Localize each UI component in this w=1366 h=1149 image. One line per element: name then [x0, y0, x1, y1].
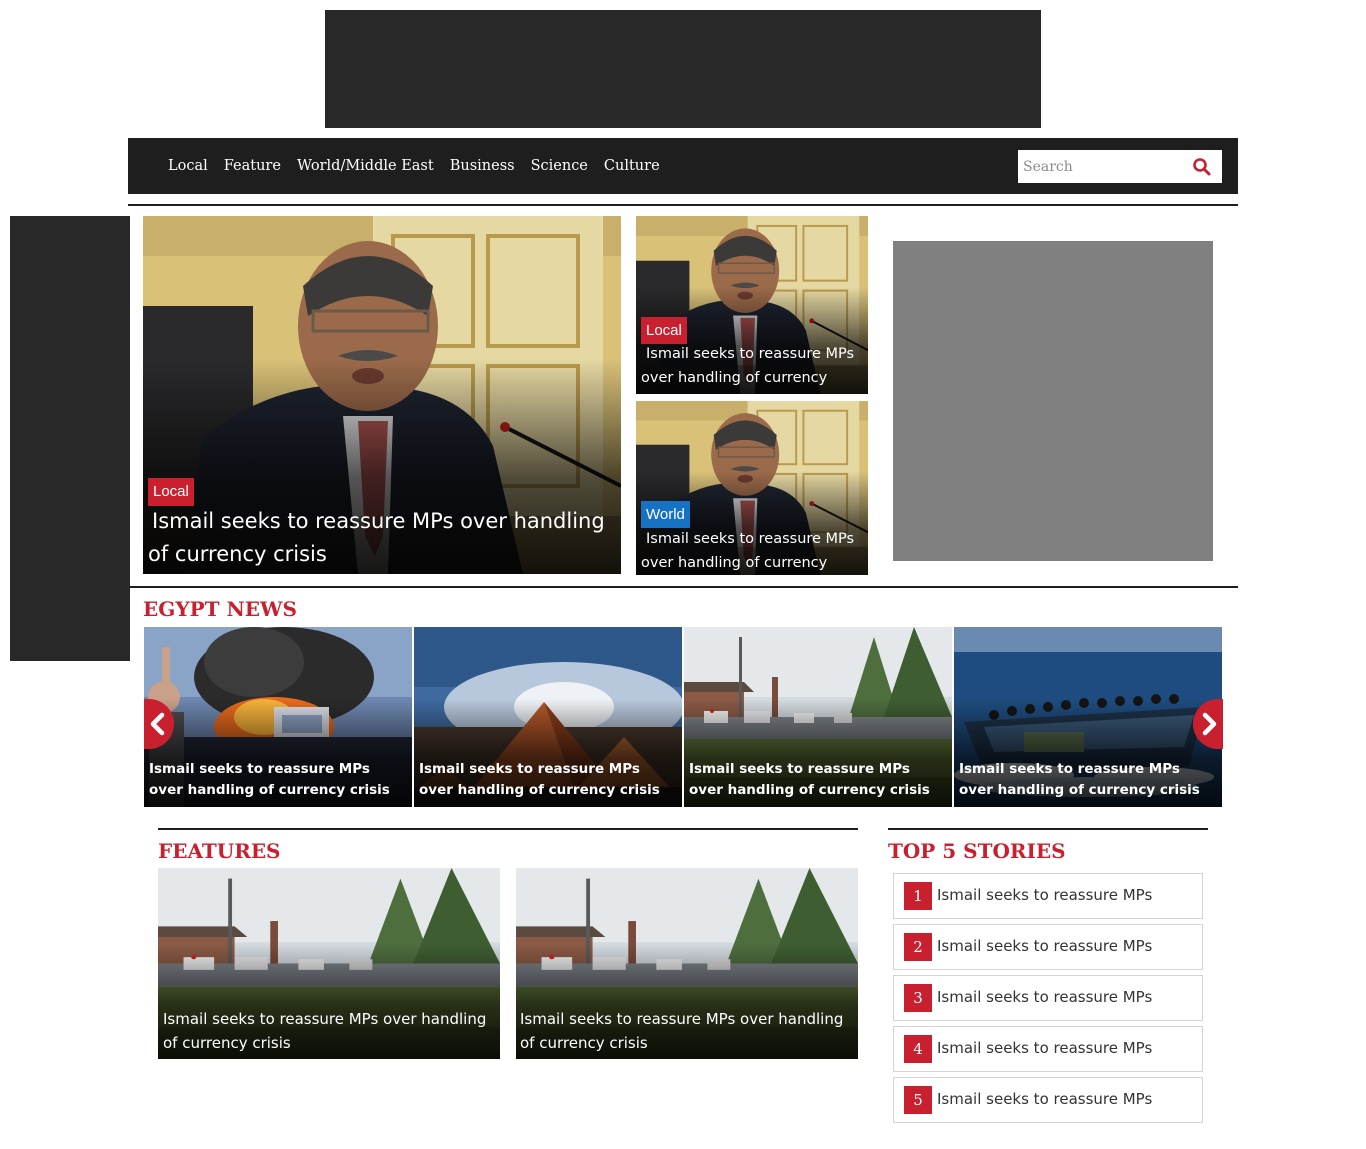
top-stories-title: TOP 5 STORIES [888, 839, 1066, 863]
nav-item-feature[interactable]: Feature [224, 158, 281, 174]
right-ad-banner [893, 241, 1213, 561]
top-story-item[interactable]: 4 Ismail seeks to reassure MPs [893, 1026, 1203, 1072]
header-divider [128, 204, 1238, 206]
story-rank-badge: 2 [904, 933, 932, 961]
hero-main-tag[interactable]: Local [148, 478, 194, 506]
story-title[interactable]: Ismail seeks to reassure MPs [937, 1039, 1152, 1057]
hero-side-headline[interactable]: Ismail seeks to reassure MPs over handli… [641, 342, 867, 394]
slider-next-button[interactable] [1193, 699, 1223, 749]
hero-main-card[interactable]: Local Ismail seeks to reassure MPs over … [143, 216, 621, 574]
nav-menu: Local Feature World/Middle East Business… [168, 138, 676, 194]
hero-side-tag[interactable]: World [641, 501, 690, 528]
hero-side-headline[interactable]: Ismail seeks to reassure MPs over handli… [641, 527, 867, 575]
search-box [1018, 150, 1222, 183]
story-title[interactable]: Ismail seeks to reassure MPs [937, 1090, 1152, 1108]
feature-card[interactable]: Ismail seeks to reassure MPs over handli… [158, 868, 500, 1059]
hero-side-tag[interactable]: Local [641, 317, 687, 344]
hero-side-card[interactable]: Local Ismail seeks to reassure MPs over … [636, 216, 868, 394]
story-title[interactable]: Ismail seeks to reassure MPs [937, 937, 1152, 955]
egypt-news-slide[interactable]: Ismail seeks to reassure MPs over handli… [144, 627, 412, 807]
egypt-news-slide[interactable]: Ismail seeks to reassure MPs over handli… [684, 627, 952, 807]
nav-item-culture[interactable]: Culture [604, 158, 660, 174]
story-rank-badge: 4 [904, 1035, 932, 1063]
story-title[interactable]: Ismail seeks to reassure MPs [937, 988, 1152, 1006]
features-title: FEATURES [158, 839, 281, 863]
story-rank-badge: 3 [904, 984, 932, 1012]
hero-main-headline[interactable]: Ismail seeks to reassure MPs over handli… [148, 505, 608, 571]
top-stories-divider [888, 828, 1208, 830]
feature-card[interactable]: Ismail seeks to reassure MPs over handli… [516, 868, 858, 1059]
slide-caption[interactable]: Ismail seeks to reassure MPs over handli… [149, 759, 404, 801]
slide-caption[interactable]: Ismail seeks to reassure MPs over handli… [959, 759, 1214, 801]
feature-caption[interactable]: Ismail seeks to reassure MPs over handli… [163, 1007, 497, 1055]
slide-caption[interactable]: Ismail seeks to reassure MPs over handli… [419, 759, 674, 801]
section-divider [130, 586, 1238, 588]
chevron-left-icon [150, 712, 165, 736]
search-button[interactable] [1190, 155, 1214, 179]
nav-item-local[interactable]: Local [168, 158, 208, 174]
feature-caption[interactable]: Ismail seeks to reassure MPs over handli… [520, 1007, 854, 1055]
slide-caption[interactable]: Ismail seeks to reassure MPs over handli… [689, 759, 944, 801]
top-ad-banner [325, 10, 1041, 128]
search-icon [1193, 158, 1211, 176]
story-title[interactable]: Ismail seeks to reassure MPs [937, 886, 1152, 904]
left-ad-banner [10, 216, 130, 661]
top-story-item[interactable]: 3 Ismail seeks to reassure MPs [893, 975, 1203, 1021]
top-story-item[interactable]: 5 Ismail seeks to reassure MPs [893, 1077, 1203, 1123]
egypt-news-title: EGYPT NEWS [143, 597, 297, 621]
features-divider [158, 828, 858, 830]
top-story-item[interactable]: 2 Ismail seeks to reassure MPs [893, 924, 1203, 970]
nav-item-science[interactable]: Science [531, 158, 588, 174]
search-input[interactable] [1018, 150, 1186, 183]
hero-side-card[interactable]: World Ismail seeks to reassure MPs over … [636, 401, 868, 575]
egypt-news-slide[interactable]: Ismail seeks to reassure MPs over handli… [414, 627, 682, 807]
egypt-news-slide[interactable]: Ismail seeks to reassure MPs over handli… [954, 627, 1222, 807]
story-rank-badge: 1 [904, 882, 932, 910]
slider-prev-button[interactable] [144, 699, 174, 749]
chevron-right-icon [1202, 712, 1217, 736]
story-rank-badge: 5 [904, 1086, 932, 1114]
main-navbar: Local Feature World/Middle East Business… [128, 138, 1238, 194]
nav-item-world-middle-east[interactable]: World/Middle East [297, 158, 434, 174]
top-story-item[interactable]: 1 Ismail seeks to reassure MPs [893, 873, 1203, 919]
nav-item-business[interactable]: Business [450, 158, 515, 174]
